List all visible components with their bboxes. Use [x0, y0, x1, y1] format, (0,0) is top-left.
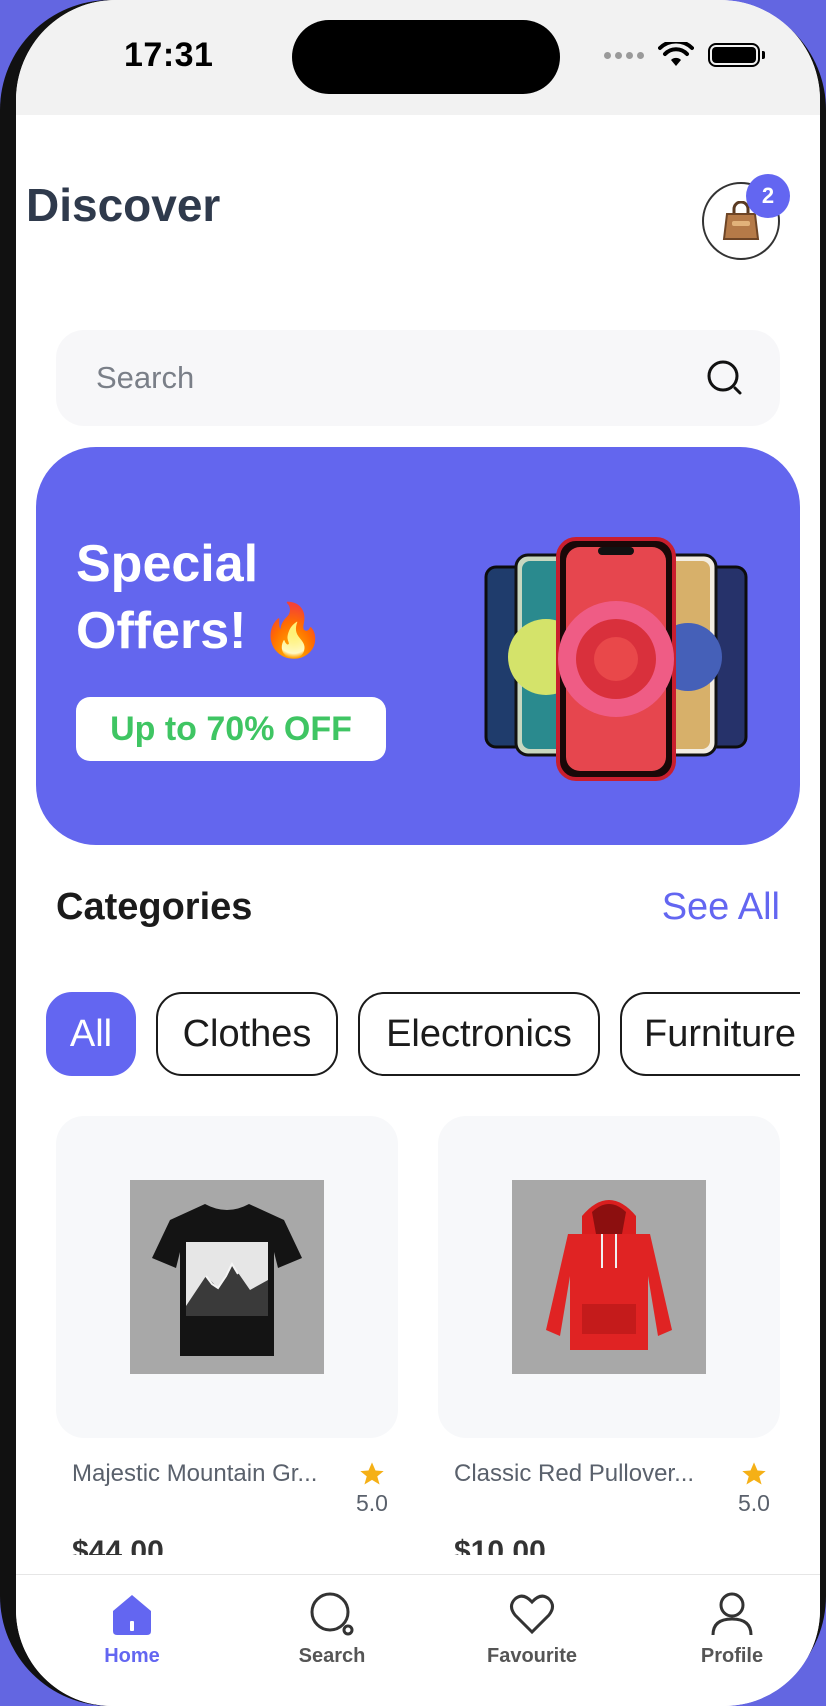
product-card[interactable] [438, 1116, 780, 1438]
product-rating: 5.0 [734, 1460, 774, 1517]
tab-favourite[interactable]: Favourite [472, 1591, 592, 1668]
promo-banner[interactable]: Special Offers! 🔥 Up to 70% OFF [36, 447, 800, 845]
tab-search[interactable]: Search [272, 1591, 392, 1668]
rating-value: 5.0 [356, 1490, 388, 1516]
product-price: $10.00 [454, 1535, 546, 1555]
chip-furniture[interactable]: Furniture [620, 992, 800, 1076]
categories-title: Categories [56, 886, 253, 928]
product-name: Classic Red Pullover... [454, 1460, 695, 1487]
promo-title: Special Offers! 🔥 [76, 535, 326, 660]
dynamic-island [292, 20, 560, 94]
wifi-icon [658, 42, 694, 66]
smartphones-image [484, 537, 748, 781]
product-name: Majestic Mountain Gr... [72, 1460, 318, 1487]
chip-all[interactable]: All [46, 992, 136, 1076]
chip-electronics[interactable]: Electronics [358, 992, 600, 1076]
heart-icon [510, 1594, 554, 1635]
hoodie-image [512, 1180, 706, 1374]
tab-label: Favourite [486, 1645, 578, 1667]
search-icon [310, 1592, 354, 1636]
cellular-signal-icon [604, 51, 644, 59]
search-input[interactable] [96, 360, 706, 396]
star-icon [742, 1462, 766, 1485]
home-icon [113, 1595, 151, 1635]
product-image [512, 1180, 706, 1374]
status-bar: 17:31 [16, 0, 820, 115]
star-icon [360, 1462, 384, 1485]
search-icon[interactable] [706, 359, 744, 397]
user-icon [711, 1592, 753, 1636]
tab-home[interactable]: Home [72, 1591, 192, 1668]
app-screen: 17:31 Discover 2 Search Special Offers! … [16, 0, 820, 1706]
product-image [130, 1180, 324, 1374]
status-time: 17:31 [124, 36, 214, 74]
tshirt-image [130, 1180, 324, 1374]
battery-icon [708, 43, 765, 67]
product-card[interactable] [56, 1116, 398, 1438]
see-all-link[interactable]: See All [662, 886, 780, 929]
tab-label: Search [298, 1645, 366, 1667]
discount-badge: Up to 70% OFF [76, 697, 386, 761]
category-chips: All Clothes Electronics Furniture [46, 992, 800, 1078]
search-bar[interactable] [56, 330, 780, 426]
product-rating: 5.0 [352, 1460, 392, 1517]
tab-label: Profile [700, 1645, 764, 1667]
product-price: $44.00 [72, 1535, 164, 1555]
cart-count-badge: 2 [746, 174, 790, 218]
status-indicators [604, 42, 765, 68]
rating-value: 5.0 [738, 1490, 770, 1516]
bottom-tab-bar: Home Search Favourite Profile [16, 1574, 820, 1706]
page-title: Discover [26, 179, 221, 231]
tab-profile[interactable]: Profile [672, 1591, 792, 1668]
chip-clothes[interactable]: Clothes [156, 992, 338, 1076]
tab-label: Home [104, 1645, 160, 1667]
